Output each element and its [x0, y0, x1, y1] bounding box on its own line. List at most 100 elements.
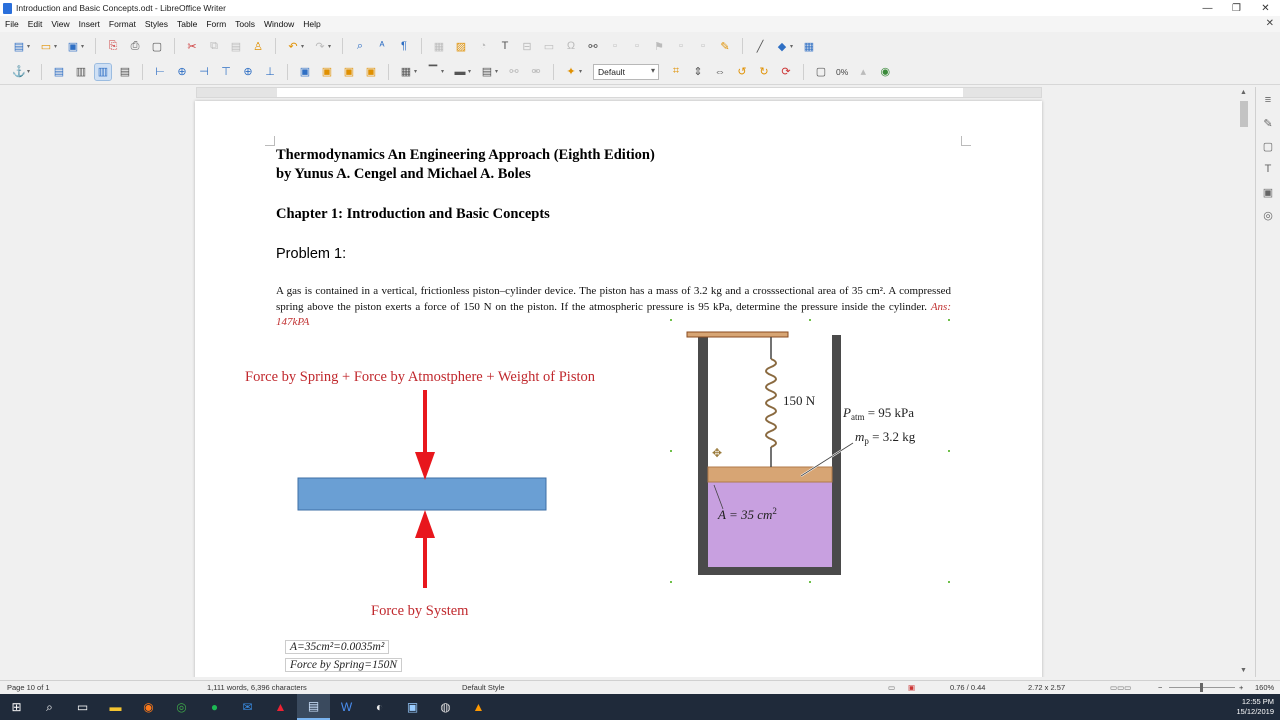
border-color-dropdown-icon[interactable]: ▾: [468, 68, 474, 75]
find-replace-icon[interactable]: ⌕: [352, 38, 368, 54]
view-layout-icon[interactable]: ▭▭▭: [1110, 683, 1131, 692]
task-view-icon[interactable]: ▭: [66, 694, 99, 720]
selection-handle[interactable]: [669, 449, 673, 453]
optimal-wrap-icon[interactable]: ▥: [94, 62, 112, 81]
borders-icon[interactable]: ▦: [398, 64, 414, 80]
menu-insert[interactable]: Insert: [76, 19, 103, 29]
redo-icon[interactable]: ↷: [312, 38, 328, 54]
menu-file[interactable]: File: [2, 19, 22, 29]
close-document-icon[interactable]: ✕: [1266, 18, 1274, 29]
firefox-icon[interactable]: ◉: [132, 694, 165, 720]
background-dropdown-icon[interactable]: ▾: [495, 68, 501, 75]
copy-icon[interactable]: ⧉: [206, 38, 222, 54]
send-to-back-icon[interactable]: ▣: [363, 64, 379, 80]
menu-styles[interactable]: Styles: [142, 19, 171, 29]
document-page[interactable]: Thermodynamics An Engineering Approach (…: [195, 101, 1042, 677]
scroll-thumb[interactable]: [1240, 101, 1248, 127]
flip-vertical-icon[interactable]: ⇕: [690, 64, 706, 80]
bring-to-front-icon[interactable]: ▣: [297, 64, 313, 80]
zoom-level[interactable]: 160%: [1255, 683, 1274, 692]
export-pdf-icon[interactable]: ⎘: [105, 38, 121, 54]
taskbar-clock[interactable]: 12:55 PM 15/12/2019: [1236, 697, 1274, 717]
menu-help[interactable]: Help: [300, 19, 323, 29]
insert-image-icon[interactable]: ▨: [453, 38, 469, 54]
save-icon[interactable]: ▣: [65, 38, 81, 54]
menu-table[interactable]: Table: [174, 19, 200, 29]
page-style[interactable]: Default Style: [462, 683, 505, 692]
insert-table-icon[interactable]: ▦: [431, 38, 447, 54]
align-left-icon[interactable]: ⊢: [152, 64, 168, 80]
background-color-icon[interactable]: ▤: [479, 64, 495, 80]
save-dropdown-icon[interactable]: ▾: [81, 43, 87, 50]
libreoffice-writer-taskbar-icon[interactable]: ▤: [297, 694, 330, 720]
chrome-icon[interactable]: ◎: [165, 694, 198, 720]
area-equation[interactable]: A=35cm²=0.0035m²: [285, 640, 390, 654]
open-dropdown-icon[interactable]: ▾: [54, 43, 60, 50]
print-preview-icon[interactable]: ▢: [149, 38, 165, 54]
print-icon[interactable]: ⎙: [127, 38, 143, 54]
align-top-icon[interactable]: ⊤: [218, 64, 234, 80]
rotate-left-icon[interactable]: ↺: [734, 64, 750, 80]
selection-handle[interactable]: [669, 318, 673, 322]
wrap-through-icon[interactable]: ▤: [117, 64, 133, 80]
paste-icon[interactable]: ▤: [228, 38, 244, 54]
show-draw-functions-icon[interactable]: ▦: [801, 38, 817, 54]
piston-cylinder-diagram[interactable]: 150 N Patm = 95 kPa mp = 3.2 kg A = 35 c…: [671, 319, 951, 584]
word-count[interactable]: 1,111 words, 6,396 characters: [207, 683, 307, 692]
link-frames-icon[interactable]: ⚯: [506, 64, 522, 80]
align-bottom-icon[interactable]: ⊥: [262, 64, 278, 80]
undo-dropdown-icon[interactable]: ▾: [301, 43, 307, 50]
wrap-off-icon[interactable]: ▤: [51, 64, 67, 80]
selection-handle[interactable]: [947, 580, 951, 584]
app-icon[interactable]: ◍: [429, 694, 462, 720]
navigator-icon[interactable]: ◎: [1261, 208, 1275, 222]
vlc-icon[interactable]: ▲: [462, 694, 495, 720]
properties-icon[interactable]: ✎: [1261, 116, 1275, 130]
scroll-up-icon[interactable]: ▲: [1240, 89, 1247, 96]
spotify-icon[interactable]: ●: [198, 694, 231, 720]
insert-page-break-icon[interactable]: ⊟: [519, 38, 535, 54]
open-icon[interactable]: ▭: [38, 38, 54, 54]
image-filter-icon[interactable]: ◉: [877, 64, 893, 80]
border-color-icon[interactable]: ▬: [452, 64, 468, 80]
acrobat-icon[interactable]: ▲: [264, 694, 297, 720]
rotate-right-icon[interactable]: ↻: [756, 64, 772, 80]
basic-shapes-icon[interactable]: ◆: [774, 38, 790, 54]
transparency-field[interactable]: 0%: [836, 67, 848, 77]
rotate-icon[interactable]: ⟳: [778, 64, 794, 80]
vertical-scrollbar[interactable]: ▲ ▼: [1238, 87, 1250, 677]
selection-handle[interactable]: [947, 449, 951, 453]
app-icon[interactable]: ◐: [363, 694, 396, 720]
redo-dropdown-icon[interactable]: ▾: [328, 43, 334, 50]
new-dropdown-icon[interactable]: ▾: [27, 43, 33, 50]
scroll-down-icon[interactable]: ▼: [1240, 667, 1247, 674]
gallery-icon[interactable]: ▣: [1261, 185, 1275, 199]
cut-icon[interactable]: ✂: [184, 38, 200, 54]
insert-chart-icon[interactable]: ◔: [475, 38, 491, 54]
minimize-icon[interactable]: —: [1193, 0, 1222, 16]
edit-image-icon[interactable]: ✦: [563, 64, 579, 80]
menu-form[interactable]: Form: [203, 19, 229, 29]
anchor-icon[interactable]: ⚓: [11, 64, 27, 80]
outlook-icon[interactable]: ✉: [231, 694, 264, 720]
selection-handle[interactable]: [808, 318, 812, 322]
menu-edit[interactable]: Edit: [25, 19, 46, 29]
insert-field-icon[interactable]: ▭: [541, 38, 557, 54]
page-wrap-icon[interactable]: ▥: [73, 64, 89, 80]
search-icon[interactable]: ⌕: [33, 694, 66, 720]
insert-footnote-icon[interactable]: ▫: [607, 38, 623, 54]
zoom-out-icon[interactable]: −: [1158, 683, 1162, 692]
align-right-icon[interactable]: ⊣: [196, 64, 212, 80]
align-middle-icon[interactable]: ⊕: [240, 64, 256, 80]
document-modified-icon[interactable]: ▣: [908, 683, 915, 692]
menu-view[interactable]: View: [48, 19, 72, 29]
insert-special-character-icon[interactable]: Ω: [563, 38, 579, 54]
menu-tools[interactable]: Tools: [232, 19, 258, 29]
selection-handle[interactable]: [808, 580, 812, 584]
insert-comment-icon[interactable]: ▫: [695, 38, 711, 54]
spring-force-equation[interactable]: Force by Spring=150N: [285, 658, 402, 672]
back-one-icon[interactable]: ▣: [341, 64, 357, 80]
insert-hyperlink-icon[interactable]: ⚯: [585, 38, 601, 54]
styles-icon[interactable]: T: [1261, 162, 1275, 176]
transparency-icon[interactable]: ▢: [813, 64, 829, 80]
